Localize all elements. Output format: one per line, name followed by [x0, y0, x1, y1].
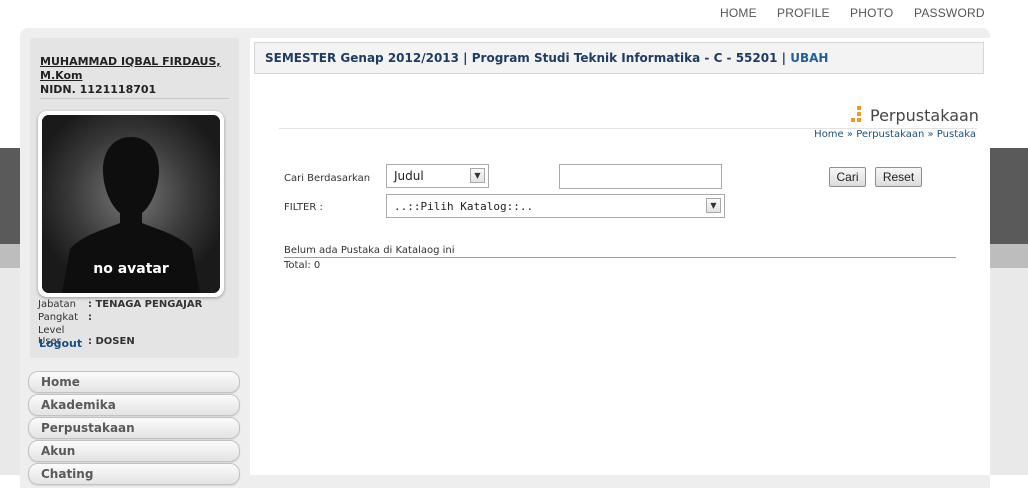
- divider: [40, 98, 229, 99]
- catalog-filter-select[interactable]: ..::Pilih Katalog::.. ▼: [386, 194, 725, 218]
- user-nidn: NIDN. 1121118701: [40, 83, 157, 96]
- semester-bar: SEMESTER Genap 2012/2013 | Program Studi…: [254, 42, 984, 74]
- avatar: no avatar: [38, 111, 224, 297]
- nav-home-link[interactable]: HOME: [720, 6, 757, 20]
- nav-photo-link[interactable]: PHOTO: [850, 6, 893, 20]
- total-count: Total: 0: [284, 260, 321, 271]
- page-title: Perpustakaan: [870, 106, 979, 125]
- breadcrumb-separator: »: [927, 129, 934, 140]
- sidebar-item-label: Perpustakaan: [41, 421, 135, 435]
- sidebar-item-label: Chating: [41, 467, 94, 481]
- search-button[interactable]: Cari: [829, 167, 866, 187]
- sidebar-item-akun[interactable]: Akun: [28, 440, 240, 462]
- search-input[interactable]: [559, 164, 722, 189]
- library-icon: [850, 106, 866, 122]
- logout-link[interactable]: Logout: [39, 337, 82, 350]
- sidebar-item-chating[interactable]: Chating: [28, 463, 240, 485]
- breadcrumb-separator: »: [846, 129, 854, 140]
- user-name[interactable]: MUHAMMAD IQBAL FIRDAUS, M.Kom: [40, 55, 230, 83]
- search-field-select[interactable]: Judul ▼: [386, 164, 489, 188]
- breadcrumb-current: Pustaka: [936, 129, 976, 140]
- search-field-value: Judul: [394, 169, 424, 183]
- reset-button[interactable]: Reset: [875, 167, 922, 187]
- breadcrumb-home[interactable]: Home: [814, 129, 844, 140]
- info-label: Jabatan: [38, 299, 76, 310]
- divider: [284, 257, 956, 258]
- chevron-down-icon: ▼: [470, 168, 485, 183]
- semester-info: SEMESTER Genap 2012/2013 | Program Studi…: [265, 51, 787, 65]
- nav-password-link[interactable]: PASSWORD: [914, 6, 985, 20]
- ubah-link[interactable]: UBAH: [790, 51, 828, 65]
- info-pangkat: Pangkat:: [38, 312, 92, 323]
- info-jabatan: Jabatan : TENAGA PENGAJAR: [38, 299, 202, 310]
- info-value: : DOSEN: [88, 336, 135, 347]
- sidebar-item-perpustakaan[interactable]: Perpustakaan: [28, 417, 240, 439]
- sidebar-item-label: Akademika: [41, 398, 116, 412]
- avatar-label: no avatar: [93, 261, 169, 277]
- info-value: : TENAGA PENGAJAR: [88, 299, 203, 310]
- filter-label: FILTER :: [284, 202, 323, 213]
- catalog-filter-value: ..::Pilih Katalog::..: [394, 200, 534, 213]
- sidebar-item-label: Akun: [41, 444, 76, 458]
- top-navigation: HOME PROFILE PHOTO PASSWORD: [0, 0, 1028, 28]
- sidebar-item-label: Home: [41, 375, 80, 389]
- empty-message: Belum ada Pustaka di Katalaog ini: [284, 245, 455, 256]
- sidebar-item-home[interactable]: Home: [28, 371, 240, 393]
- info-label: Pangkat: [38, 312, 79, 323]
- search-by-label: Cari Berdasarkan: [284, 173, 371, 184]
- chevron-down-icon: ▼: [706, 198, 721, 213]
- sidebar-item-akademika[interactable]: Akademika: [28, 394, 240, 416]
- breadcrumb: Home » Perpustakaan » Pustaka: [700, 129, 976, 140]
- nav-profile-link[interactable]: PROFILE: [777, 6, 830, 20]
- info-value: :: [88, 312, 92, 323]
- breadcrumb-perpustakaan[interactable]: Perpustakaan: [856, 129, 924, 140]
